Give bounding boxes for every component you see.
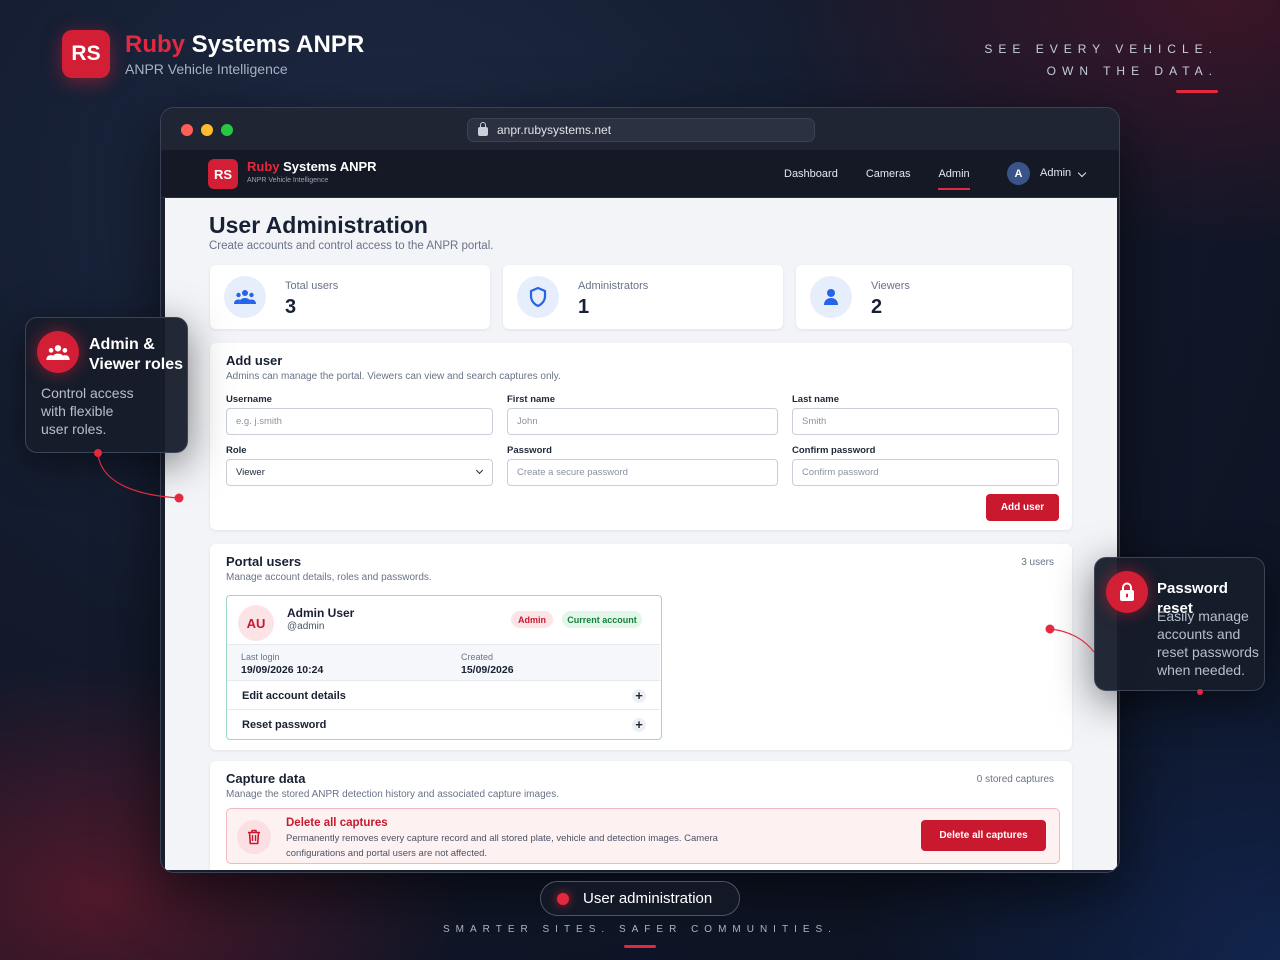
status-dot-icon [557, 892, 569, 905]
section-pill-label: User administration [583, 890, 713, 907]
section-pill: User administration [540, 881, 740, 916]
callout-connectors [94, 449, 1203, 695]
footer-accent-bar [624, 945, 656, 948]
footer-tagline: SMARTER SITES. SAFER COMMUNITIES. [443, 924, 837, 935]
